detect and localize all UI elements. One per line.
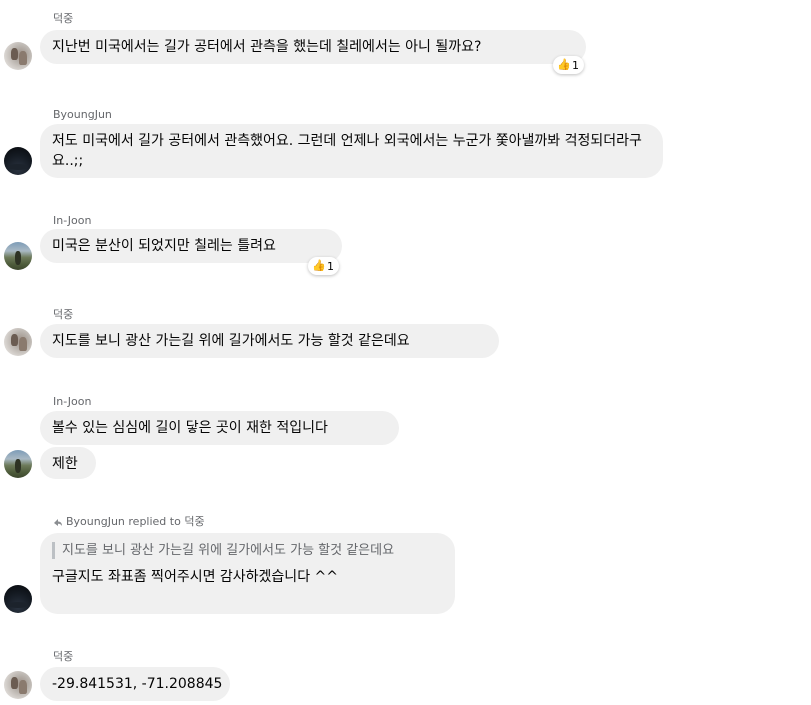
message-bubble[interactable]: -29.841531, -71.208845 bbox=[40, 667, 230, 701]
avatar[interactable] bbox=[4, 328, 32, 356]
sender-name: 덕중 bbox=[53, 308, 74, 321]
message-bubble[interactable]: 지도를 보니 광산 가는길 위에 길가에서도 가능 할것 같은데요 bbox=[40, 324, 499, 358]
message-bubble[interactable]: 볼수 있는 심심에 길이 닿은 곳이 재한 적입니다 bbox=[40, 411, 399, 445]
quoted-message[interactable]: 지도를 보니 광산 가는길 위에 길가에서도 가능 할것 같은데요 bbox=[52, 542, 443, 559]
sender-name: ByoungJun bbox=[53, 108, 112, 121]
reaction-badge[interactable]: 👍 1 bbox=[553, 56, 584, 74]
reply-header: ByoungJun replied to 덕중 bbox=[53, 515, 205, 529]
avatar[interactable] bbox=[4, 242, 32, 270]
reply-header-text: ByoungJun replied to 덕중 bbox=[66, 515, 205, 528]
reply-arrow-icon bbox=[54, 519, 62, 526]
thumbs-up-icon: 👍 bbox=[312, 259, 326, 272]
reaction-badge[interactable]: 👍 1 bbox=[308, 257, 339, 275]
thumbs-up-icon: 👍 bbox=[557, 58, 571, 71]
sender-name: In-Joon bbox=[53, 395, 92, 408]
avatar[interactable] bbox=[4, 585, 32, 613]
reaction-count: 1 bbox=[327, 259, 334, 273]
sender-name: 덕중 bbox=[53, 12, 74, 25]
message-bubble[interactable]: 제한 bbox=[40, 447, 96, 479]
reaction-count: 1 bbox=[572, 58, 579, 72]
sender-name: In-Joon bbox=[53, 214, 92, 227]
message-bubble[interactable]: 지도를 보니 광산 가는길 위에 길가에서도 가능 할것 같은데요 구글지도 좌… bbox=[40, 533, 455, 614]
avatar[interactable] bbox=[4, 42, 32, 70]
message-text: 구글지도 좌표좀 찍어주시면 감사하겠습니다 ^^ bbox=[52, 569, 338, 585]
avatar[interactable] bbox=[4, 450, 32, 478]
avatar[interactable] bbox=[4, 147, 32, 175]
message-bubble[interactable]: 지난번 미국에서는 길가 공터에서 관측을 했는데 칠레에서는 아니 될까요? bbox=[40, 30, 586, 64]
avatar[interactable] bbox=[4, 671, 32, 699]
sender-name: 덕중 bbox=[53, 650, 74, 663]
message-bubble[interactable]: 미국은 분산이 되었지만 칠레는 틀려요 bbox=[40, 229, 342, 263]
message-bubble[interactable]: 저도 미국에서 길가 공터에서 관측했어요. 그런데 언제나 외국에서는 누군가… bbox=[40, 124, 663, 178]
